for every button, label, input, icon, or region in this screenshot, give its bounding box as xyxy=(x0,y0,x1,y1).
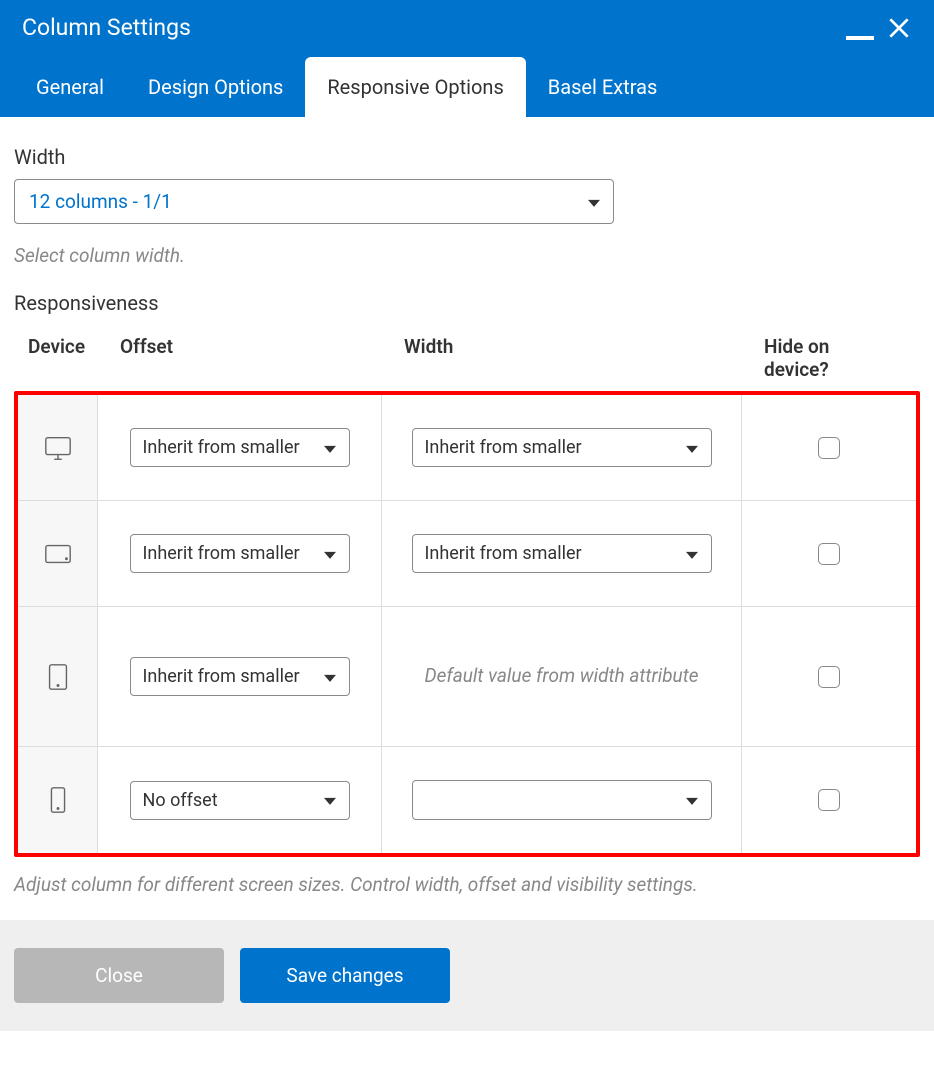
offset-select[interactable]: Inherit from smaller xyxy=(130,657,350,696)
header-device: Device xyxy=(28,335,120,381)
tablet-landscape-icon xyxy=(43,539,73,569)
hide-checkbox[interactable] xyxy=(818,789,840,811)
tab-basel-extras[interactable]: Basel Extras xyxy=(526,57,680,117)
minimize-button[interactable] xyxy=(846,26,874,30)
tab-design-options[interactable]: Design Options xyxy=(126,57,305,117)
width-default-text: Default value from width attribute xyxy=(394,662,728,691)
tablet-portrait-icon xyxy=(43,662,73,692)
header-offset: Offset xyxy=(120,335,404,381)
table-row: Inherit from smaller Default value from … xyxy=(18,607,916,747)
hide-checkbox[interactable] xyxy=(818,437,840,459)
phone-icon xyxy=(43,785,73,815)
offset-select[interactable]: No offset xyxy=(130,781,350,820)
dialog-title: Column Settings xyxy=(22,14,191,41)
table-row: No offset xyxy=(18,747,916,853)
width-select-row[interactable]: Inherit from smaller xyxy=(412,534,712,573)
responsiveness-helper: Adjust column for different screen sizes… xyxy=(14,873,920,896)
close-button[interactable] xyxy=(886,15,912,41)
tab-bar: General Design Options Responsive Option… xyxy=(0,47,934,117)
save-button[interactable]: Save changes xyxy=(240,948,450,1003)
header-width: Width xyxy=(404,335,764,381)
close-button-footer[interactable]: Close xyxy=(14,948,224,1003)
table-row: Inherit from smaller Inherit from smalle… xyxy=(18,501,916,607)
width-label: Width xyxy=(14,145,920,169)
responsiveness-table: Inherit from smaller Inherit from smalle… xyxy=(14,391,920,857)
hide-checkbox[interactable] xyxy=(818,666,840,688)
width-select-row[interactable]: Inherit from smaller xyxy=(412,428,712,467)
tab-responsive-options[interactable]: Responsive Options xyxy=(305,57,525,117)
width-select[interactable]: 12 columns - 1/1 xyxy=(14,179,614,224)
offset-select[interactable]: Inherit from smaller xyxy=(130,428,350,467)
tab-general[interactable]: General xyxy=(14,57,126,117)
desktop-icon xyxy=(43,433,73,463)
header-hide: Hide on device? xyxy=(764,335,894,381)
dialog-footer: Close Save changes xyxy=(0,920,934,1031)
width-helper: Select column width. xyxy=(14,244,920,267)
width-select-row[interactable] xyxy=(412,780,712,820)
table-row: Inherit from smaller Inherit from smalle… xyxy=(18,395,916,501)
offset-select[interactable]: Inherit from smaller xyxy=(130,534,350,573)
dialog-header: Column Settings General Design Options R… xyxy=(0,0,934,117)
responsiveness-label: Responsiveness xyxy=(14,291,920,315)
hide-checkbox[interactable] xyxy=(818,543,840,565)
